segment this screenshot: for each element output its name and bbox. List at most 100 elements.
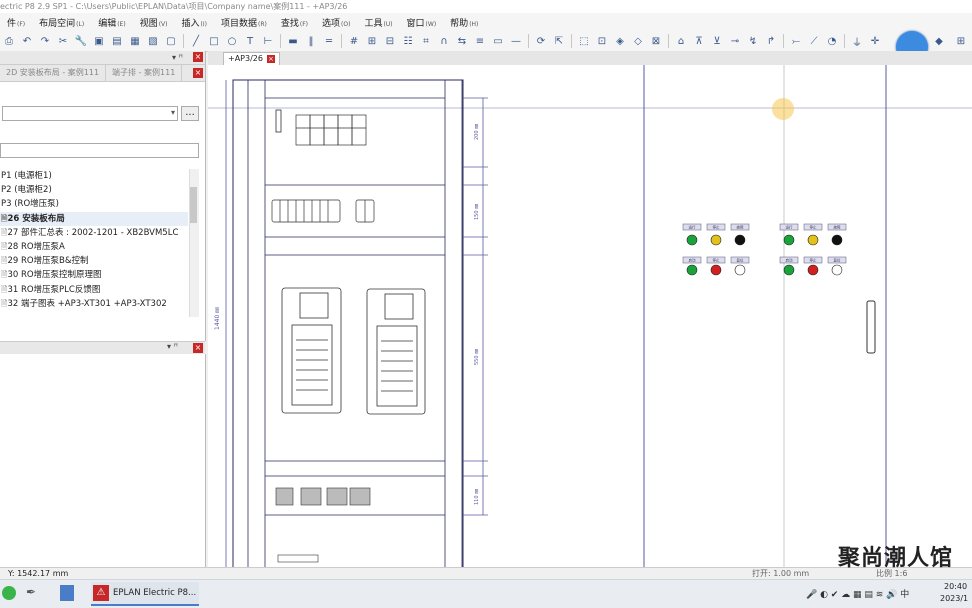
toolbar: ⎙ ↶ ↷ ✂ 🔧 ▣ ▤ ▦ ▧ ▢ ╱ □ ○ T ⊢ ▬ ‖ ═ # ⊞ …	[0, 31, 972, 52]
tab-2d-layout[interactable]: 2D 安装板布局 - 案例111	[0, 65, 107, 81]
menu-insert[interactable]: 插入(I)	[175, 16, 214, 29]
menu-edit[interactable]: 编辑(E)	[91, 16, 133, 29]
list-scrollbar-thumb[interactable]	[190, 187, 197, 223]
place-icon[interactable]: ⊡	[595, 34, 609, 48]
panel-tabs: 2D 安装板布局 - 案例111 端子排 - 案例111 ×	[0, 65, 205, 82]
symbol4-icon[interactable]: ⊸	[728, 34, 742, 48]
page3-icon[interactable]: ▢	[164, 34, 178, 48]
list-item[interactable]: P3 (RO增压泵)	[0, 197, 188, 211]
tabs-close-icon[interactable]: ×	[193, 68, 203, 78]
list-item[interactable]: 🗎28 RO增压泵A	[0, 240, 188, 254]
page-icon[interactable]: ▣	[92, 34, 106, 48]
menu-options[interactable]: 选项(O)	[315, 16, 357, 29]
connector-icon[interactable]: ↯	[746, 34, 760, 48]
undo-icon[interactable]: ↶	[20, 34, 34, 48]
ruler-icon[interactable]: ▭	[491, 34, 505, 48]
select-icon[interactable]: ⬚	[577, 34, 591, 48]
list-item[interactable]: 🗎27 部件汇总表 : 2002-1201 - XB2BVM5LC	[0, 226, 188, 240]
grid2-icon[interactable]: ⊞	[365, 34, 379, 48]
system-tray-icons[interactable]: 🎤 ◐ ✔ ☁ ▦ ▤ ≋ 🔊 中	[806, 587, 909, 600]
magnet-icon[interactable]: ∩	[437, 34, 451, 48]
close-icon[interactable]: ×	[266, 55, 275, 63]
page-tree: P1 (电源柜1) P2 (电源柜2) P3 (RO增压泵) 🗎26 安装板布局…	[0, 169, 188, 317]
wire2-icon[interactable]: ⟋	[807, 34, 821, 48]
panel-pin-icon[interactable]: ▾ ꟸ	[167, 342, 178, 351]
mirror-icon[interactable]: ⇆	[455, 34, 469, 48]
menu-view[interactable]: 视图(V)	[133, 16, 175, 29]
panel-pin-icon[interactable]: ▾ ꟸ	[172, 53, 183, 62]
calculator-icon[interactable]	[60, 585, 74, 601]
print-icon[interactable]: ⎙	[2, 34, 16, 48]
document-tabs: +AP3/26 ×	[208, 51, 972, 66]
tab-document[interactable]: +AP3/26 ×	[223, 52, 280, 65]
layout-icon[interactable]: ⊞	[954, 34, 968, 48]
vfd-a	[281, 287, 342, 414]
text-icon[interactable]: T	[243, 34, 257, 48]
tag2-icon[interactable]: ◇	[631, 34, 645, 48]
lamp-label: 停止	[713, 225, 721, 230]
dimension-label-total: 1440 ㎜	[214, 307, 221, 330]
align-icon[interactable]: ≡	[473, 34, 487, 48]
panel-close-icon[interactable]: ×	[193, 52, 203, 62]
export-icon[interactable]: ⇱	[552, 34, 566, 48]
gauge-icon[interactable]: ◔	[825, 34, 839, 48]
redo-icon[interactable]: ↷	[38, 34, 52, 48]
rectangle-icon[interactable]: □	[207, 34, 221, 48]
list-item[interactable]: 🗎29 RO增压泵B&控制	[0, 254, 188, 268]
drawing-canvas[interactable]: 1440 ㎜ 200 ㎜ 150 ㎜ 550 ㎜ 110 ㎜ 运行 停止 故障 …	[208, 65, 972, 567]
page2-icon[interactable]: ▤	[110, 34, 124, 48]
line-icon[interactable]: ╱	[189, 34, 203, 48]
symbol3-icon[interactable]: ⊻	[710, 34, 724, 48]
table-icon[interactable]: ☷	[401, 34, 415, 48]
search-input[interactable]	[0, 143, 199, 158]
list-item-selected[interactable]: 🗎26 安装板布局	[0, 211, 188, 226]
menu-window[interactable]: 窗口(W)	[400, 16, 444, 29]
layer-icon[interactable]: ▧	[146, 34, 160, 48]
minus-icon[interactable]: —	[509, 34, 523, 48]
symbol-icon[interactable]: ⌂	[674, 34, 688, 48]
dimension-icon[interactable]: ⊢	[261, 34, 275, 48]
tab-terminal-strip[interactable]: 端子排 - 案例111	[106, 65, 183, 81]
double-line-icon[interactable]: ‖	[304, 34, 318, 48]
terminal-icon[interactable]: ⊠	[649, 34, 663, 48]
menu-tools[interactable]: 工具(U)	[357, 16, 399, 29]
app-icon-green[interactable]	[2, 586, 16, 600]
cross-icon[interactable]: ✛	[868, 34, 882, 48]
cut-icon[interactable]: ✂	[56, 34, 70, 48]
circle-icon[interactable]: ○	[225, 34, 239, 48]
menu-find[interactable]: 查找(F)	[274, 16, 315, 29]
wire-icon[interactable]: ⤚	[789, 34, 803, 48]
image-icon[interactable]: ▦	[128, 34, 142, 48]
filter-options-button[interactable]: ...	[181, 106, 199, 121]
list-item[interactable]: P2 (电源柜2)	[0, 183, 188, 197]
list-item-label: 28 RO增压泵A	[7, 241, 65, 252]
refresh-icon[interactable]: ⟳	[534, 34, 548, 48]
wrench-icon[interactable]: 🔧	[74, 34, 88, 48]
menu-file[interactable]: 件(F)	[0, 16, 32, 29]
breaker-small	[275, 109, 282, 133]
snap-icon[interactable]: ⌗	[419, 34, 433, 48]
menu-project-data[interactable]: 项目数据(R)	[214, 16, 274, 29]
pen-icon[interactable]: ✒	[26, 585, 36, 599]
line-thick-icon[interactable]: ▬	[286, 34, 300, 48]
connector2-icon[interactable]: ↱	[764, 34, 778, 48]
list-item[interactable]: 🗎31 RO增压泵PLC反馈图	[0, 283, 188, 297]
symbol2-icon[interactable]: ⊼	[692, 34, 706, 48]
tag-icon[interactable]: ◈	[613, 34, 627, 48]
list-item-label: 32 端子图表 +AP3-XT301 +AP3-XT302	[7, 298, 167, 309]
grid-icon[interactable]: #	[347, 34, 361, 48]
panel-close-icon[interactable]: ×	[193, 343, 203, 353]
equal-icon[interactable]: ═	[322, 34, 336, 48]
grid3-icon[interactable]: ⊟	[383, 34, 397, 48]
nav-left-icon[interactable]: ◆	[932, 34, 946, 48]
list-item[interactable]: 🗎32 端子图表 +AP3-XT301 +AP3-XT302	[0, 297, 188, 311]
button-label: 复位	[834, 258, 842, 263]
list-item[interactable]: 🗎30 RO增压泵控制原理图	[0, 268, 188, 282]
menu-help[interactable]: 帮助(H)	[443, 16, 485, 29]
taskbar: ✒ ⚠ EPLAN Electric P8... 🎤 ◐ ✔ ☁ ▦ ▤ ≋ 🔊…	[0, 579, 972, 608]
filter-select[interactable]: ▾	[2, 106, 178, 121]
list-item[interactable]: P1 (电源柜1)	[0, 169, 188, 183]
plug-icon[interactable]: ⏚	[850, 34, 864, 49]
menu-layout-space[interactable]: 布局空间(L)	[32, 16, 91, 29]
taskbar-eplan[interactable]: ⚠ EPLAN Electric P8...	[91, 582, 199, 606]
